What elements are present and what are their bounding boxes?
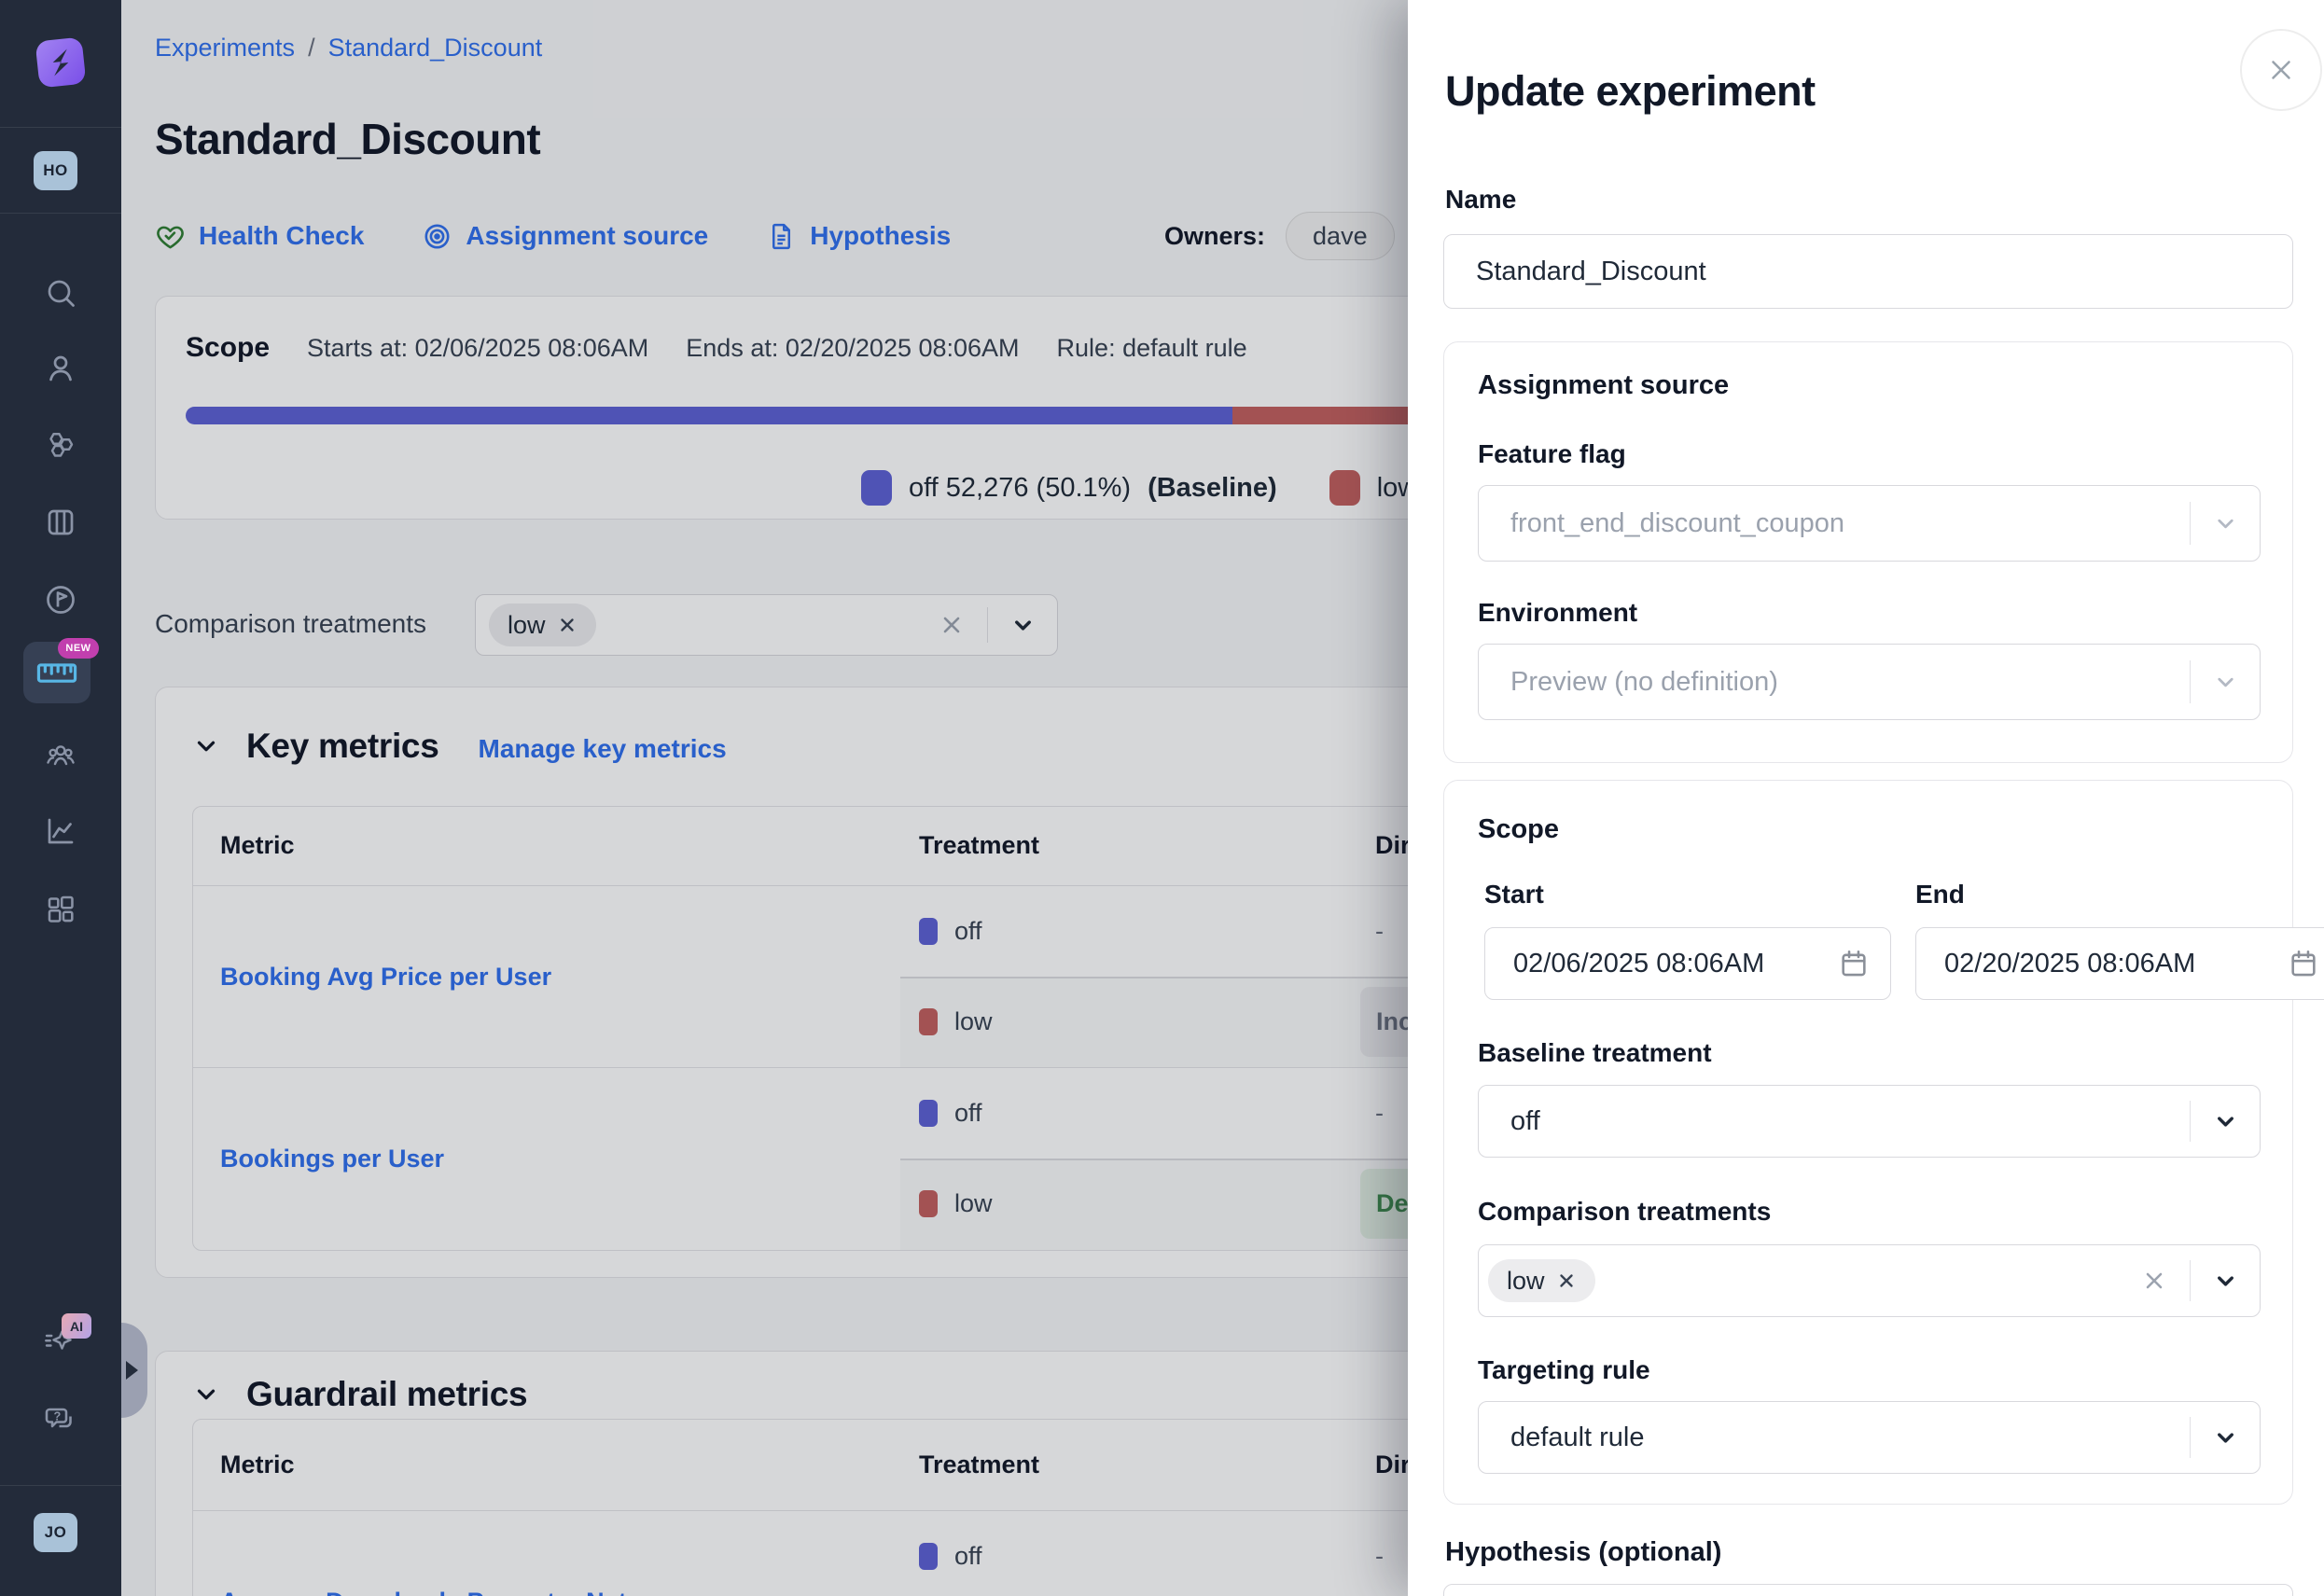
sidebar-divider [0, 1485, 121, 1486]
feature-flag-label: Feature flag [1478, 439, 1626, 469]
comparison-treatments-label: Comparison treatments [1478, 1197, 1771, 1227]
dashboard-grid-icon[interactable] [0, 882, 121, 935]
calendar-icon[interactable] [2288, 948, 2319, 979]
scope-card: Scope Start End 02/06/2025 08:06AM 02/20… [1443, 780, 2293, 1505]
modal-overlay[interactable] [121, 0, 1408, 1596]
scope-title: Scope [1478, 814, 1559, 845]
feature-flags-hexagons-icon[interactable] [0, 420, 121, 472]
targeting-rule-value: default rule [1479, 1423, 1645, 1453]
sidebar-divider [0, 213, 121, 214]
name-label: Name [1445, 185, 1516, 215]
workspace-badge[interactable]: HO [34, 151, 77, 190]
sidebar: HO NEW A [0, 0, 121, 1596]
flag-circle-icon[interactable] [0, 574, 121, 626]
panel-title: Update experiment [1445, 67, 1816, 116]
targeting-rule-select[interactable]: default rule [1478, 1401, 2261, 1474]
baseline-treatment-value: off [1479, 1106, 1540, 1137]
environment-label: Environment [1478, 598, 1637, 628]
hypothesis-textarea[interactable] [1443, 1584, 2293, 1596]
screen: HO NEW A [0, 0, 2324, 1596]
user-icon[interactable] [0, 342, 121, 395]
feature-flag-select[interactable]: front_end_discount_coupon [1478, 485, 2261, 562]
calendar-icon[interactable] [1838, 948, 1870, 979]
hypothesis-optional-label: Hypothesis (optional) [1445, 1537, 1721, 1568]
name-value: Standard_Discount [1476, 257, 1706, 287]
ruler-metrics-icon[interactable] [35, 659, 78, 691]
line-chart-icon[interactable] [0, 805, 121, 857]
chip-label: low [1507, 1267, 1545, 1296]
new-badge: NEW [58, 638, 99, 659]
close-icon [2265, 54, 2297, 86]
clear-selection-icon[interactable] [2141, 1268, 2167, 1294]
close-button[interactable] [2240, 29, 2322, 111]
chevron-down-icon[interactable] [2191, 1425, 2260, 1450]
sidebar-divider [0, 127, 121, 128]
comparison-treatments-select[interactable]: low [1478, 1244, 2261, 1317]
assignment-source-title: Assignment source [1478, 370, 1729, 401]
chip-remove-icon[interactable] [1556, 1270, 1577, 1291]
chevron-down-icon[interactable] [2191, 511, 2260, 536]
columns-board-icon[interactable] [0, 496, 121, 548]
end-label: End [1915, 880, 1965, 909]
start-label: Start [1484, 880, 1544, 909]
start-date-value: 02/06/2025 08:06AM [1513, 949, 1764, 979]
treatment-chip-low[interactable]: low [1488, 1259, 1595, 1302]
end-date-value: 02/20/2025 08:06AM [1944, 949, 2195, 979]
baseline-treatment-label: Baseline treatment [1478, 1038, 1712, 1068]
search-icon[interactable] [0, 267, 121, 319]
assignment-source-card: Assignment source Feature flag front_end… [1443, 341, 2293, 763]
ai-sparkle-icon[interactable] [0, 1315, 121, 1367]
baseline-treatment-select[interactable]: off [1478, 1085, 2261, 1158]
ai-badge: AI [62, 1313, 91, 1339]
targeting-rule-label: Targeting rule [1478, 1355, 1650, 1385]
chevron-down-icon[interactable] [2191, 670, 2260, 695]
end-date-input[interactable]: 02/20/2025 08:06AM [1915, 927, 2324, 1000]
people-group-icon[interactable] [0, 729, 121, 782]
chevron-down-icon[interactable] [2191, 1109, 2260, 1134]
start-date-input[interactable]: 02/06/2025 08:06AM [1484, 927, 1891, 1000]
update-experiment-panel: Update experiment Name Standard_Discount… [1408, 0, 2324, 1596]
chevron-down-icon[interactable] [2191, 1269, 2260, 1294]
user-avatar[interactable]: JO [34, 1513, 77, 1552]
environment-value: Preview (no definition) [1479, 667, 1778, 698]
feature-flag-value: front_end_discount_coupon [1479, 508, 1844, 539]
svg-text:?: ? [54, 1409, 62, 1423]
environment-select[interactable]: Preview (no definition) [1478, 644, 2261, 720]
help-chat-icon[interactable]: ? [0, 1395, 121, 1447]
app-logo-icon[interactable] [35, 37, 87, 89]
name-input[interactable]: Standard_Discount [1443, 234, 2293, 309]
